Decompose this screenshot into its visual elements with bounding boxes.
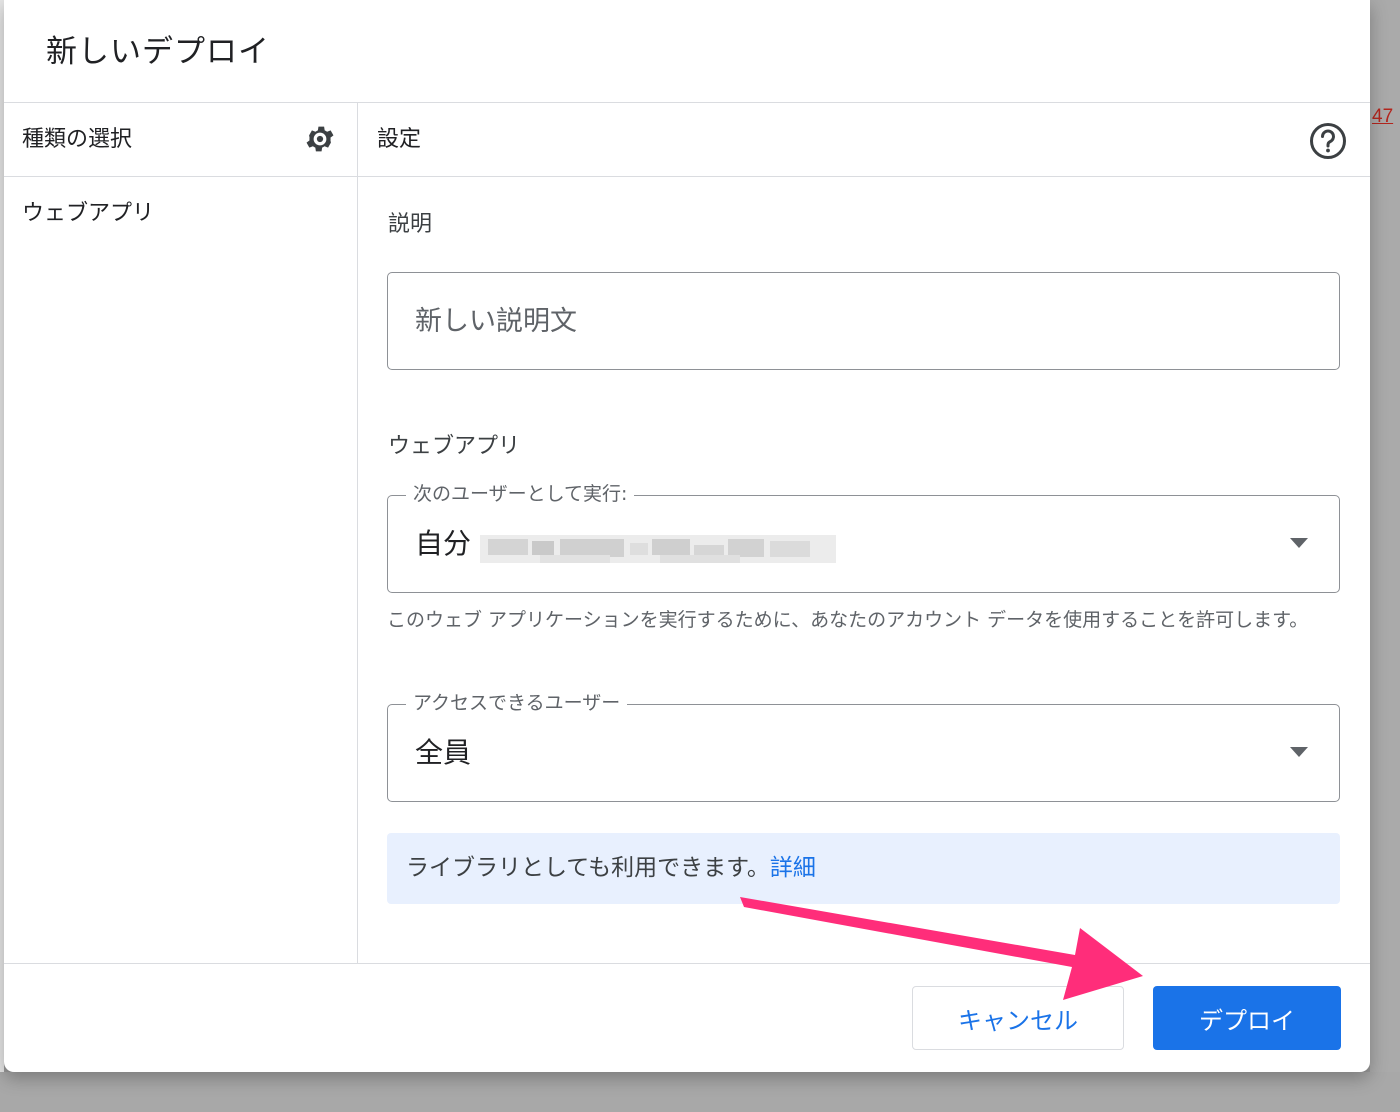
backdrop-bottom-edge (0, 1072, 1400, 1112)
execute-as-label: 次のユーザーとして実行: (406, 481, 635, 507)
description-input[interactable] (415, 297, 1295, 345)
chevron-down-icon[interactable] (1289, 537, 1309, 549)
description-field[interactable] (387, 272, 1340, 370)
background-text-fragment: 47 (1372, 106, 1394, 127)
redacted-email-blur (480, 535, 836, 563)
new-deployment-dialog: 新しいデプロイ 種類の選択 ウェブアプリ 設定 説明 ウェブアプリ 次のユーザー… (4, 0, 1370, 1072)
access-select[interactable]: アクセスできるユーザー 全員 (387, 690, 1340, 802)
gear-icon[interactable] (303, 122, 337, 156)
dialog-title: 新しいデプロイ (46, 34, 270, 70)
execute-as-helper-text: このウェブ アプリケーションを実行するために、あなたのアカウント データを使用す… (387, 609, 1309, 631)
deploy-button[interactable]: デプロイ (1153, 986, 1341, 1050)
chevron-down-icon[interactable] (1289, 746, 1309, 758)
description-label: 説明 (388, 212, 433, 237)
settings-header-label: 設定 (377, 127, 422, 152)
web-app-section-label: ウェブアプリ (388, 434, 521, 459)
help-circle-icon[interactable] (1309, 122, 1347, 160)
panel-divider (357, 103, 358, 963)
deployment-type-web-app[interactable]: ウェブアプリ (22, 196, 154, 232)
access-value: 全員 (415, 736, 472, 769)
footer-divider (4, 963, 1370, 964)
learn-more-link[interactable]: 詳細 (770, 855, 816, 881)
type-selection-label: 種類の選択 (22, 127, 133, 152)
library-info-text: ライブラリとしても利用できます。詳細 (406, 850, 816, 886)
cancel-button[interactable]: キャンセル (912, 986, 1124, 1050)
library-info-box: ライブラリとしても利用できます。詳細 (387, 833, 1340, 904)
backdrop-right-edge (1370, 0, 1400, 1112)
access-label: アクセスできるユーザー (406, 690, 628, 716)
library-info-message: ライブラリとしても利用できます。 (406, 855, 770, 881)
execute-as-value: 自分 (415, 527, 472, 560)
